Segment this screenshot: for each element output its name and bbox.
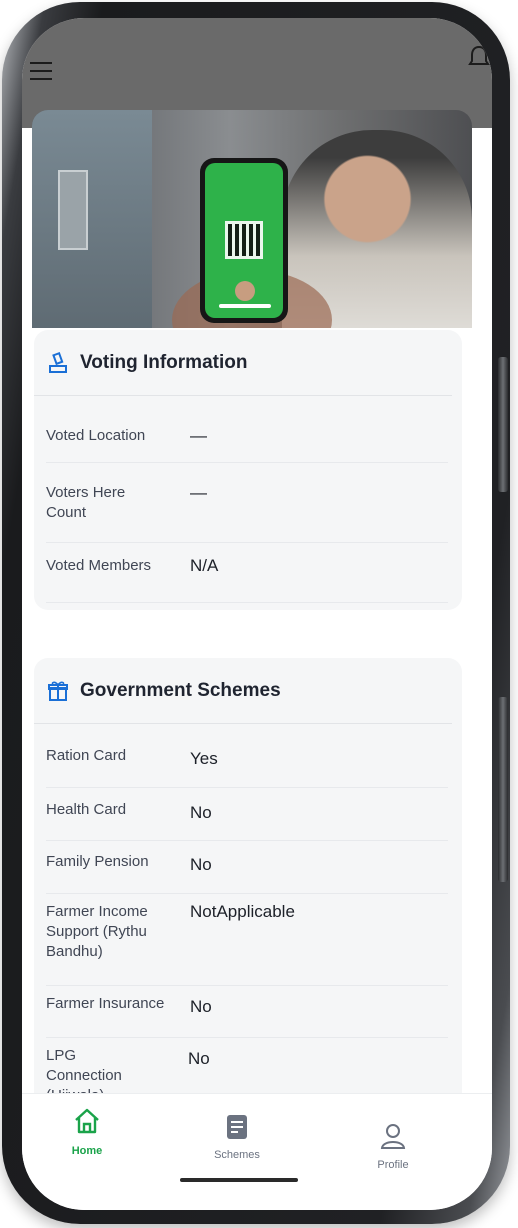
schemes-card-title: Government Schemes <box>80 679 281 701</box>
row-label: Farmer Insurance <box>46 995 165 1012</box>
government-schemes-card: Government Schemes Ration Card Yes Healt… <box>34 658 462 1128</box>
row-value: No <box>190 803 212 822</box>
row-value: No <box>188 1049 210 1068</box>
phone-screen: Voting Information Voted Location — Vote… <box>22 18 492 1210</box>
menu-icon[interactable] <box>30 62 56 84</box>
qr-code-icon <box>225 221 263 259</box>
scheme-row-ration-card: Ration Card Yes <box>46 724 448 788</box>
info-row-voters-here-count: Voters Here Count — <box>46 463 448 543</box>
gift-icon <box>48 681 68 701</box>
scheme-row-lpg-connection: LPG Connection (Ujjwala) No <box>46 1038 448 1104</box>
scheme-row-farmer-income-support: Farmer Income Support (Rythu Bandhu) Not… <box>46 894 448 986</box>
nav-home-label: Home <box>71 1145 103 1157</box>
nav-schemes-label: Schemes <box>214 1149 260 1161</box>
info-row-voted-members: Voted Members N/A <box>46 543 448 603</box>
bell-icon[interactable] <box>468 44 490 70</box>
info-row-voted-location: Voted Location — <box>46 396 448 463</box>
nav-home[interactable]: Home <box>42 1106 132 1157</box>
scheme-row-health-card: Health Card No <box>46 788 448 841</box>
row-label: Ration Card <box>46 747 127 764</box>
ballot-icon <box>49 351 67 373</box>
nav-profile-label: Profile <box>377 1159 409 1171</box>
row-value: N/A <box>190 556 219 575</box>
main-content: Voting Information Voted Location — Vote… <box>22 328 492 1128</box>
home-indicator <box>180 1178 298 1182</box>
document-icon <box>227 1115 247 1139</box>
schemes-card-header: Government Schemes <box>34 658 452 724</box>
row-value: — <box>190 426 207 445</box>
row-label: Family Pension <box>46 853 149 870</box>
voting-information-card: Voting Information Voted Location — Vote… <box>34 330 462 610</box>
row-value: NotApplicable <box>190 902 295 921</box>
row-label: Voted Location <box>46 427 146 444</box>
side-button-upper <box>498 357 508 492</box>
row-label: Health Card <box>46 801 127 818</box>
row-label: Voters Here Count <box>46 484 126 521</box>
side-button-lower <box>498 697 508 882</box>
row-value: Yes <box>190 749 218 768</box>
user-icon <box>380 1124 406 1149</box>
row-value: No <box>190 997 212 1016</box>
row-value: — <box>190 483 207 502</box>
hero-image <box>32 110 472 350</box>
voting-card-header: Voting Information <box>34 330 452 396</box>
scheme-row-farmer-insurance: Farmer Insurance No <box>46 986 448 1038</box>
row-label: Farmer Income Support (Rythu Bandhu) <box>46 903 148 960</box>
home-icon <box>75 1108 99 1134</box>
hero-phone-illustration <box>200 158 288 323</box>
scheme-row-family-pension: Family Pension No <box>46 841 448 894</box>
nav-profile[interactable]: Profile <box>348 1122 438 1171</box>
row-label: Voted Members <box>46 557 152 574</box>
phone-frame: Voting Information Voted Location — Vote… <box>2 2 510 1224</box>
nav-schemes[interactable]: Schemes <box>192 1114 282 1161</box>
bottom-navigation: Home Schemes Profile <box>22 1093 492 1210</box>
row-value: No <box>190 855 212 874</box>
voting-card-title: Voting Information <box>80 351 248 373</box>
